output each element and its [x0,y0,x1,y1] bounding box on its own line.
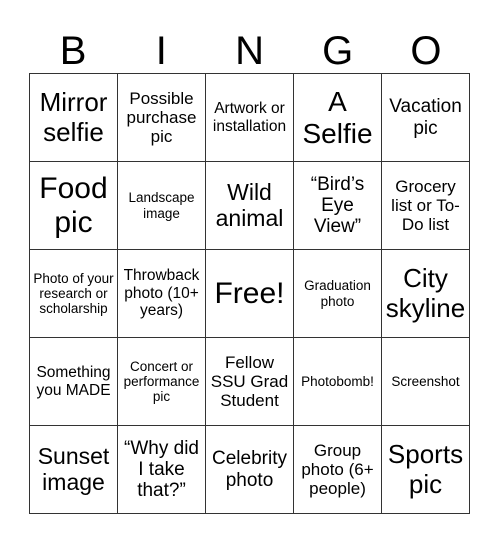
bingo-cell[interactable]: Group photo (6+ people) [294,426,382,514]
bingo-cell[interactable]: Sports pic [382,426,470,514]
bingo-cell[interactable]: “Bird’s Eye View” [294,162,382,250]
bingo-cell[interactable]: Screenshot [382,338,470,426]
bingo-cell[interactable]: Photobomb! [294,338,382,426]
bingo-cell[interactable]: A Selfie [294,74,382,162]
bingo-cell[interactable]: Vacation pic [382,74,470,162]
header-letter-b: B [59,29,87,73]
bingo-cell[interactable]: Landscape image [118,162,206,250]
bingo-grid: Mirror selfie Possible purchase pic Artw… [29,73,470,514]
bingo-cell[interactable]: Sunset image [30,426,118,514]
bingo-cell[interactable]: Mirror selfie [30,74,118,162]
bingo-header: B I N G O [29,30,470,72]
bingo-cell[interactable]: Artwork or installation [206,74,294,162]
bingo-cell[interactable]: Throwback photo (10+ years) [118,250,206,338]
bingo-cell[interactable]: “Why did I take that?” [118,426,206,514]
bingo-cell[interactable]: Possible purchase pic [118,74,206,162]
bingo-cell[interactable]: Wild animal [206,162,294,250]
bingo-cell[interactable]: Fellow SSU Grad Student [206,338,294,426]
bingo-cell[interactable]: Something you MADE [30,338,118,426]
bingo-cell[interactable]: Grocery list or To-Do list [382,162,470,250]
bingo-cell[interactable]: Food pic [30,162,118,250]
bingo-cell[interactable]: Celebrity photo [206,426,294,514]
free-space[interactable]: Free! [206,250,294,338]
header-letter-i: I [155,29,167,73]
header-letter-o: O [410,29,442,73]
bingo-cell[interactable]: City skyline [382,250,470,338]
bingo-cell[interactable]: Photo of your research or scholarship [30,250,118,338]
bingo-cell[interactable]: Concert or performance pic [118,338,206,426]
bingo-cell[interactable]: Graduation photo [294,250,382,338]
header-letter-n: N [235,29,264,73]
header-letter-g: G [322,29,354,73]
